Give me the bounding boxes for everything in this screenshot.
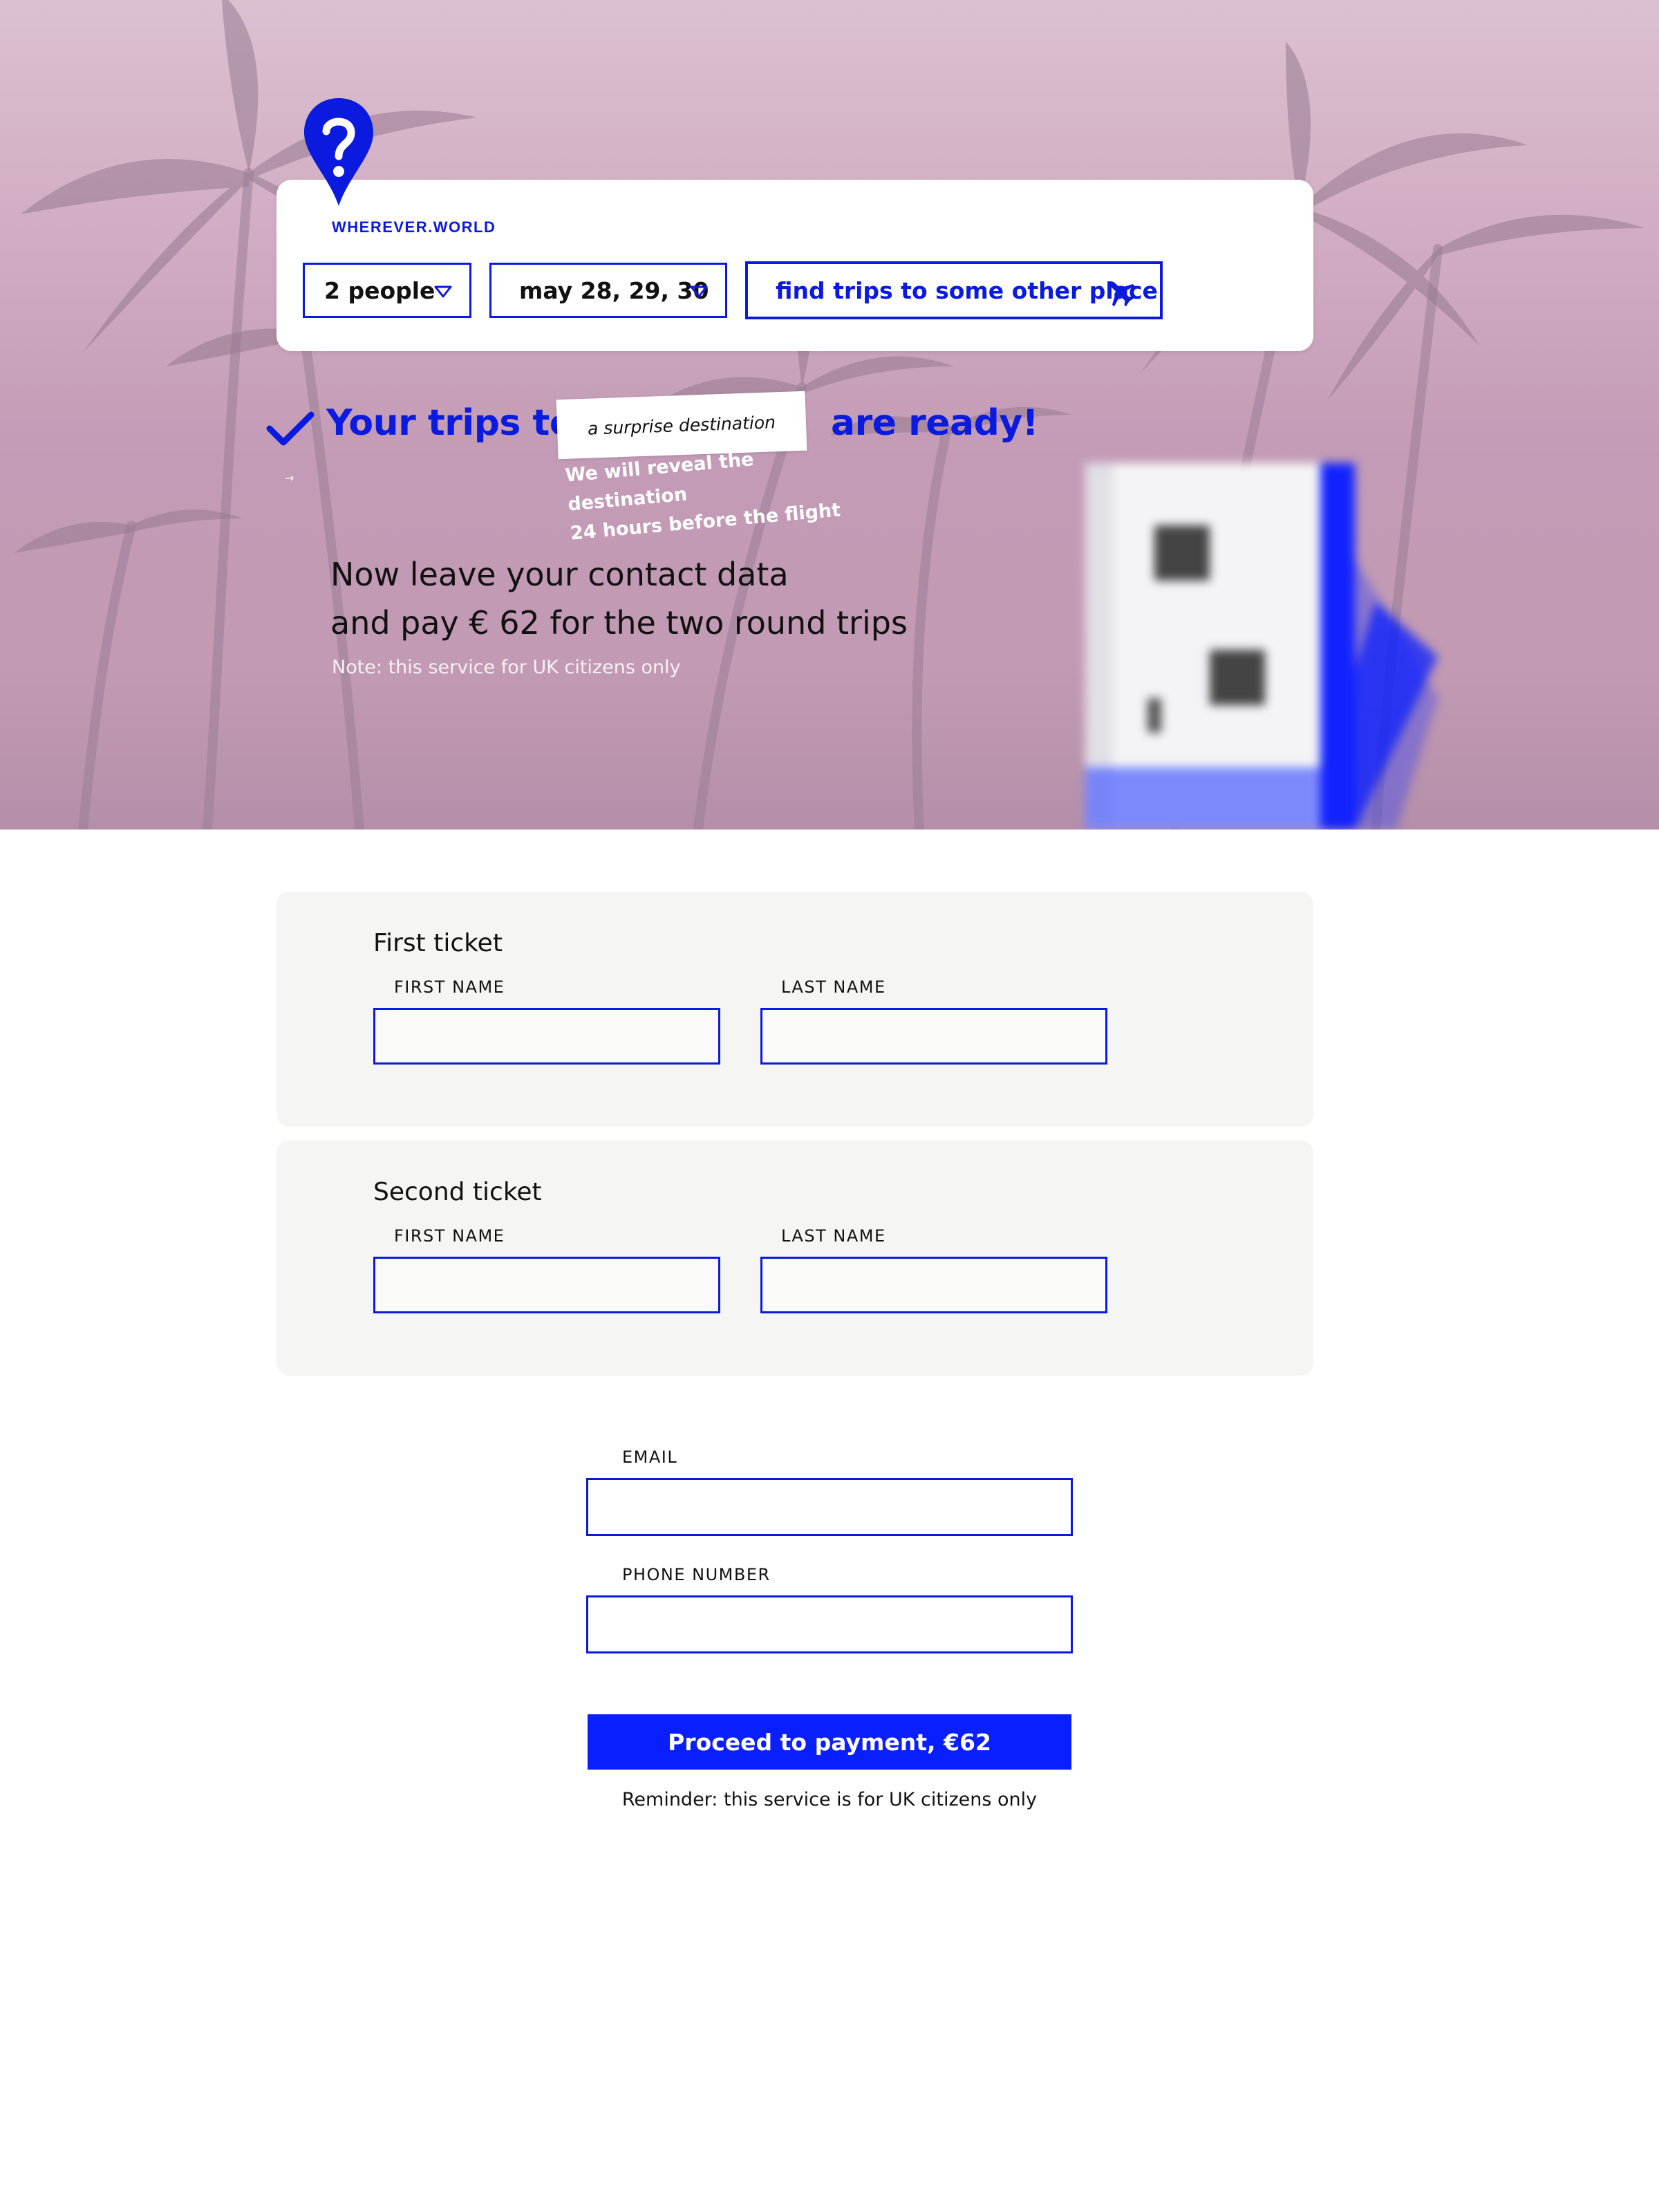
chevron-down-icon xyxy=(434,285,452,298)
last-name-label: LAST NAME xyxy=(781,1226,886,1246)
proceed-to-payment-button[interactable]: Proceed to payment, €62 xyxy=(588,1714,1071,1770)
checkmark-icon xyxy=(266,411,315,446)
email-field[interactable] xyxy=(586,1478,1073,1536)
dates-select[interactable]: may 28, 29, 30 xyxy=(489,263,727,318)
last-name-label: LAST NAME xyxy=(781,977,886,997)
people-select[interactable]: 2 people xyxy=(303,263,471,318)
boarding-pass-illustration xyxy=(1085,463,1438,830)
airplane-icon xyxy=(1109,281,1135,307)
phone-label: PHONE NUMBER xyxy=(622,1565,771,1584)
uk-citizens-note: Note: this service for UK citizens only xyxy=(332,657,681,678)
trips-heading-prefix: Your trips to xyxy=(326,402,574,444)
hero-banner xyxy=(0,0,1659,830)
second-ticket-panel: Second ticket FIRST NAME LAST NAME xyxy=(276,1141,1313,1376)
contact-lead-text: Now leave your contact data and pay € 62… xyxy=(330,556,908,641)
second-ticket-first-name-input[interactable] xyxy=(373,1257,720,1313)
uk-citizens-reminder: Reminder: this service is for UK citizen… xyxy=(621,1789,1038,1810)
first-ticket-last-name-input[interactable] xyxy=(760,1008,1107,1065)
first-name-label: FIRST NAME xyxy=(394,1226,505,1246)
dates-select-value: may 28, 29, 30 xyxy=(519,276,709,304)
find-trips-label: find trips to some other place xyxy=(776,276,1158,304)
email-label: EMAIL xyxy=(622,1447,678,1467)
panel-title: Second ticket xyxy=(373,1178,542,1206)
find-trips-button[interactable]: find trips to some other place xyxy=(745,261,1163,319)
arrow-right-icon: → xyxy=(285,471,294,485)
brand-name: WHEREVER.WORLD xyxy=(332,218,496,236)
phone-field[interactable] xyxy=(586,1595,1073,1653)
question-pin-icon xyxy=(304,98,373,206)
panel-title: First ticket xyxy=(373,929,503,957)
first-ticket-panel: First ticket FIRST NAME LAST NAME xyxy=(276,892,1313,1127)
second-ticket-last-name-input[interactable] xyxy=(760,1257,1107,1313)
people-select-value: 2 people xyxy=(324,276,435,304)
chevron-down-icon xyxy=(690,285,708,298)
first-ticket-first-name-input[interactable] xyxy=(373,1008,720,1065)
first-name-label: FIRST NAME xyxy=(394,977,505,997)
